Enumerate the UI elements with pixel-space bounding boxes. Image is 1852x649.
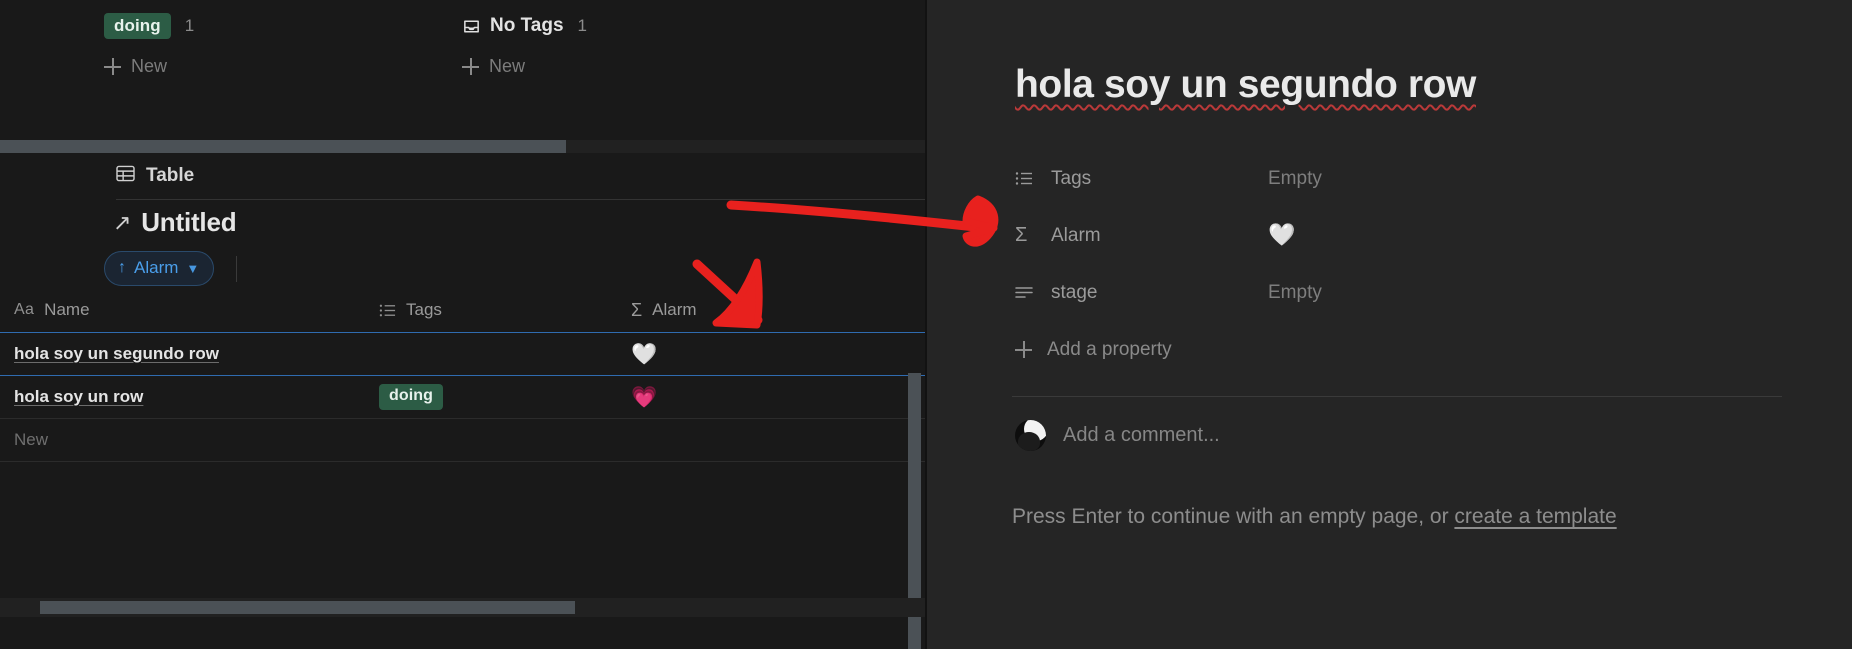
property-label[interactable]: Tags — [1015, 168, 1268, 190]
empty-page-hint: Press Enter to continue with an empty pa… — [1012, 505, 1617, 529]
arrow-up-icon: ↑ — [118, 259, 126, 276]
new-row-label: New — [14, 430, 49, 449]
database-title[interactable]: ↗ Untitled — [113, 207, 237, 238]
multi-select-icon — [379, 303, 396, 318]
scrollbar-thumb[interactable] — [0, 140, 566, 153]
text-lines-icon — [1015, 286, 1037, 300]
cell-tags[interactable] — [365, 333, 617, 375]
board-group-header[interactable]: No Tags 1 — [462, 0, 588, 37]
database-title-label: Untitled — [141, 207, 237, 237]
column-header-label: Name — [44, 300, 90, 319]
no-tags-text: No Tags — [490, 15, 564, 36]
column-header-label: Tags — [406, 300, 442, 319]
cell-alarm[interactable]: 🤍 — [617, 333, 925, 375]
property-label-text: Tags — [1051, 167, 1092, 189]
table-row[interactable]: hola soy un row doing 💗 — [0, 376, 925, 418]
sort-chip-label: Alarm — [134, 258, 179, 277]
comment-input-placeholder[interactable]: Add a comment... — [1063, 424, 1220, 447]
new-label: New — [489, 56, 526, 76]
add-comment-row[interactable]: Add a comment... — [1015, 420, 1220, 451]
column-header-name[interactable]: Aa Name — [0, 288, 365, 332]
property-row-tags[interactable]: Tags Empty — [1015, 150, 1775, 207]
cell-new[interactable]: New — [0, 419, 365, 461]
column-header-label: Alarm — [652, 300, 697, 319]
table-icon — [116, 165, 135, 188]
table-header-row: Aa Name Tags Σ Alarm — [0, 288, 925, 332]
plus-icon — [462, 58, 479, 75]
arrow-up-right-icon: ↗ — [113, 209, 132, 235]
cell-alarm[interactable]: 💗 — [617, 376, 925, 418]
new-label: New — [131, 56, 168, 76]
column-header-alarm[interactable]: Σ Alarm — [617, 288, 925, 332]
add-property-label: Add a property — [1047, 338, 1172, 360]
heart-icon: 🤍 — [631, 342, 658, 366]
scrollbar-thumb[interactable] — [40, 601, 575, 614]
cell-name[interactable]: hola soy un segundo row — [0, 333, 365, 375]
aa-text-icon: Aa — [14, 301, 35, 318]
property-row-alarm[interactable]: Σ Alarm 🤍 — [1015, 207, 1775, 264]
sort-chip-alarm[interactable]: ↑ Alarm ▼ — [104, 251, 215, 286]
page-properties: Tags Empty Σ Alarm 🤍 stage Empty Add a p… — [1015, 150, 1775, 378]
board-new-card-doing[interactable]: New — [104, 56, 194, 77]
tag-chip-doing[interactable]: doing — [104, 12, 171, 40]
database-grid: Aa Name Tags Σ Alarm hola soy un segundo… — [0, 288, 925, 462]
table-new-row[interactable]: New — [0, 419, 925, 461]
heart-icon: 💗 — [631, 385, 658, 409]
cell-tags[interactable]: doing — [365, 376, 617, 418]
create-template-link[interactable]: create a template — [1454, 505, 1616, 528]
page-title[interactable]: hola soy un segundo row — [1015, 63, 1775, 107]
sigma-formula-icon: Σ — [631, 299, 643, 320]
property-value[interactable]: Empty — [1268, 282, 1322, 304]
group-count: 1 — [577, 16, 588, 35]
board-group-header[interactable]: doing 1 — [104, 0, 195, 40]
property-label-text: stage — [1051, 281, 1098, 303]
tab-table-label: Table — [146, 165, 195, 186]
column-header-tags[interactable]: Tags — [365, 288, 617, 332]
heart-icon: 🤍 — [1268, 221, 1296, 247]
board-group-doing: doing 1 New — [104, 0, 194, 77]
table-row[interactable]: hola soy un segundo row 🤍 — [0, 333, 925, 375]
pane-divider — [925, 0, 927, 649]
filter-toolbar: ↑ Alarm ▼ — [104, 251, 238, 286]
board-and-table-pane: doing 1 New No Tags 1 New Table ↗ Untitl… — [0, 0, 925, 649]
group-count: 1 — [184, 16, 195, 35]
property-row-stage[interactable]: stage Empty — [1015, 264, 1775, 321]
tab-table[interactable]: Table — [116, 153, 194, 199]
board-group-headers: doing 1 New No Tags 1 New — [0, 0, 925, 130]
board-new-card-no-tags[interactable]: New — [462, 56, 587, 77]
table-horizontal-scrollbar[interactable] — [0, 598, 925, 617]
user-avatar — [1015, 420, 1046, 451]
board-horizontal-scrollbar[interactable] — [0, 140, 925, 153]
multi-select-icon — [1015, 171, 1037, 186]
row-title[interactable]: hola soy un row — [14, 387, 143, 407]
tab-bar-divider — [116, 199, 925, 200]
page-section-divider — [1012, 396, 1782, 397]
property-label[interactable]: Σ Alarm — [1015, 224, 1268, 247]
property-label-text: Alarm — [1051, 224, 1101, 246]
row-title[interactable]: hola soy un segundo row — [14, 344, 219, 364]
board-group-no-tags: No Tags 1 New — [462, 0, 587, 77]
table-view-region: Table ↗ Untitled ↑ Alarm ▼ Aa Name Tags … — [0, 153, 925, 649]
add-property-button[interactable]: Add a property — [1015, 321, 1775, 378]
plus-icon — [104, 58, 121, 75]
toolbar-divider — [236, 255, 238, 282]
property-value[interactable]: 🤍 — [1268, 221, 1296, 248]
inbox-icon — [462, 17, 481, 36]
property-label[interactable]: stage — [1015, 282, 1268, 304]
no-tags-label[interactable]: No Tags — [462, 15, 564, 37]
cell-name[interactable]: hola soy un row — [0, 376, 365, 418]
empty-hint-text: Press Enter to continue with an empty pa… — [1012, 505, 1455, 528]
tag-chip-doing[interactable]: doing — [379, 384, 444, 410]
property-value[interactable]: Empty — [1268, 168, 1322, 190]
sigma-formula-icon: Σ — [1015, 224, 1028, 246]
row-divider — [0, 461, 925, 462]
chevron-down-icon: ▼ — [186, 260, 200, 276]
plus-icon — [1015, 341, 1032, 358]
